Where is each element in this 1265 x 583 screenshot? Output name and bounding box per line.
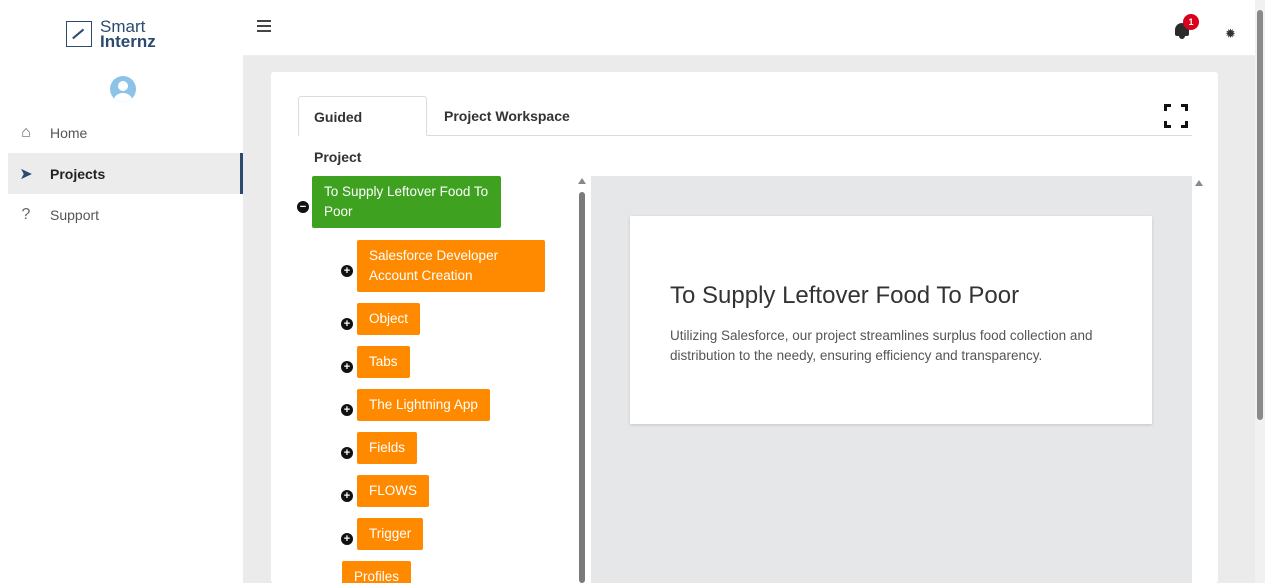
tree-node-child[interactable]: Profiles xyxy=(342,561,412,583)
tree-node-child[interactable]: FLOWS xyxy=(357,475,430,507)
hamburger-menu-icon[interactable] xyxy=(257,20,271,32)
logo-icon xyxy=(66,21,92,47)
sidebar-nav: ⌂ Home ➤ Projects ? Support xyxy=(8,112,243,235)
expand-icon[interactable]: + xyxy=(341,318,353,330)
sidebar-item-label: Home xyxy=(50,124,88,141)
tab-project-workspace[interactable]: Project Workspace xyxy=(429,96,585,136)
brand-text: Smart Internz xyxy=(100,18,156,51)
panel-scrollbar[interactable] xyxy=(1192,176,1206,583)
gear-icon[interactable]: ✹ xyxy=(1225,26,1236,42)
expand-icon[interactable]: + xyxy=(341,404,353,416)
expand-icon[interactable]: + xyxy=(341,361,353,373)
home-icon: ⌂ xyxy=(21,123,31,141)
notification-bell-icon[interactable]: 1 xyxy=(1173,14,1199,40)
expand-icon[interactable]: + xyxy=(341,447,353,459)
scroll-up-arrow-icon[interactable] xyxy=(1195,180,1203,186)
project-tabs: Guided Project Project Workspace xyxy=(298,96,1192,165)
scroll-up-arrow-icon[interactable] xyxy=(578,178,586,184)
fullscreen-icon[interactable] xyxy=(1164,104,1188,128)
top-bar: 1 ✹ xyxy=(243,0,1265,56)
tree-node-child[interactable]: Salesforce Developer Account Creation xyxy=(357,240,545,292)
app-root: Smart Internz ⌂ Home ➤ Projects ? Suppor… xyxy=(0,0,1265,583)
expand-icon[interactable]: + xyxy=(341,490,353,502)
tree-node-child[interactable]: Object xyxy=(357,303,421,335)
brand-line2: Internz xyxy=(100,32,156,51)
project-info-card: To Supply Leftover Food To Poor Utilizin… xyxy=(630,216,1152,424)
tab-guided-project[interactable]: Guided Project xyxy=(298,96,427,165)
sidebar: Smart Internz ⌂ Home ➤ Projects ? Suppor… xyxy=(0,0,243,583)
notification-badge: 1 xyxy=(1183,14,1199,30)
user-avatar[interactable] xyxy=(110,76,136,102)
page-scrollbar[interactable] xyxy=(1255,0,1265,583)
collapse-icon[interactable]: − xyxy=(297,201,309,213)
tree-node-child[interactable]: Fields xyxy=(357,432,418,464)
project-description: Utilizing Salesforce, our project stream… xyxy=(670,328,1093,363)
tree-node-child[interactable]: The Lightning App xyxy=(357,389,490,421)
sidebar-item-projects[interactable]: ➤ Projects xyxy=(8,153,243,194)
tree-node-child[interactable]: Tabs xyxy=(357,346,410,378)
tree-scrollbar[interactable] xyxy=(576,176,588,583)
question-icon: ? xyxy=(21,205,31,223)
expand-icon[interactable]: + xyxy=(341,265,353,277)
sidebar-item-label: Projects xyxy=(50,165,106,182)
paper-plane-icon: ➤ xyxy=(19,165,33,183)
tree-node-child[interactable]: Trigger xyxy=(357,518,424,550)
expand-icon[interactable]: + xyxy=(341,533,353,545)
sidebar-item-support[interactable]: ? Support xyxy=(8,194,243,235)
project-title: To Supply Leftover Food To Poor xyxy=(670,282,1020,309)
sidebar-item-label: Support xyxy=(50,206,100,223)
sidebar-item-home[interactable]: ⌂ Home xyxy=(8,112,243,153)
project-tree: − To Supply Leftover Food To Poor + Sale… xyxy=(294,176,574,583)
tree-node-root[interactable]: To Supply Leftover Food To Poor xyxy=(312,176,501,228)
brand-logo[interactable]: Smart Internz xyxy=(66,18,156,50)
